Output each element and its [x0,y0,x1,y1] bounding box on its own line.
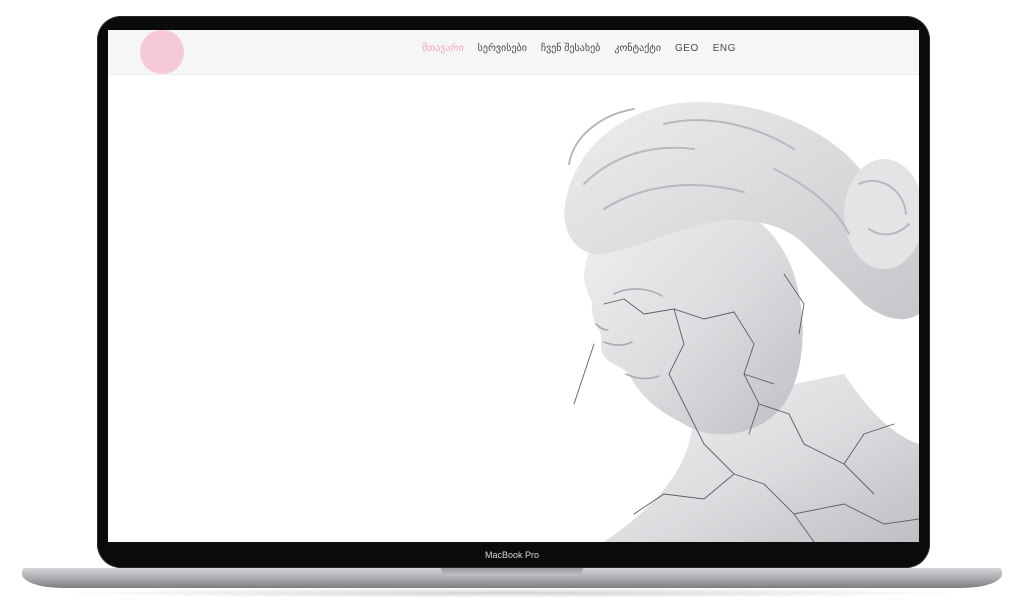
device-model-label: MacBook Pro [484,550,540,560]
nav-item-home[interactable]: მთავარი [422,43,464,54]
laptop-mockup: მთავარი სერვისები ჩვენ შესახებ კონტაქტი … [0,0,1024,615]
language-eng-link[interactable]: ENG [713,43,736,54]
laptop-screen: მთავარი სერვისები ჩვენ შესახებ კონტაქტი … [108,30,919,542]
language-geo-link[interactable]: GEO [675,43,699,54]
logo[interactable] [140,30,184,74]
laptop-shadow [50,588,974,598]
nav-item-services[interactable]: სერვისები [478,43,527,54]
main-nav: მთავარი სერვისები ჩვენ შესახებ კონტაქტი … [422,41,736,55]
laptop-base-notch [441,568,583,576]
hero-statue-image [564,101,919,542]
nav-item-about[interactable]: ჩვენ შესახებ [541,43,600,54]
site-header: მთავარი სერვისები ჩვენ შესახებ კონტაქტი … [108,30,919,75]
nav-item-contact[interactable]: კონტაქტი [614,43,661,54]
